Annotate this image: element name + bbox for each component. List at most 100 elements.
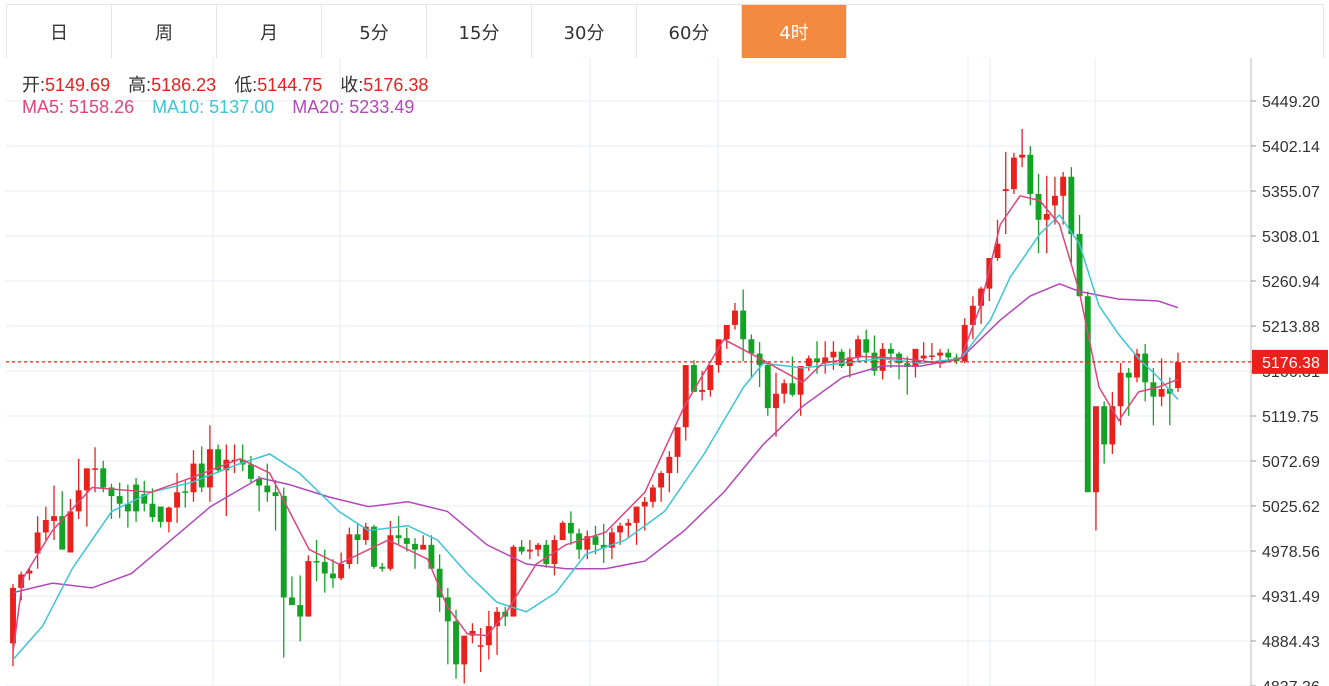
tab-month[interactable]: 月 [217, 5, 322, 58]
tab-4hour[interactable]: 4时 [742, 5, 847, 58]
candle-body [1068, 176, 1075, 235]
candle-body [625, 522, 632, 526]
ma20-value: 5233.49 [349, 97, 415, 117]
price-tick-label: 5402.14 [1262, 139, 1320, 156]
tab-week[interactable]: 周 [112, 5, 217, 58]
candle [461, 635, 468, 684]
price-tick-label: 5119.75 [1262, 409, 1319, 426]
candle [526, 540, 533, 560]
candle [264, 463, 271, 502]
candle [1027, 146, 1034, 206]
ma10-value: 5137.00 [209, 97, 275, 117]
candle [551, 535, 558, 576]
candle-body [559, 522, 566, 541]
candle-body [543, 544, 550, 564]
low-label: 低: [234, 75, 258, 95]
candle-body [182, 491, 189, 493]
candle-body [67, 511, 74, 553]
candle [1166, 377, 1173, 426]
candle-body [338, 563, 345, 579]
candle-body [1142, 353, 1149, 383]
candle-body [592, 536, 599, 545]
candle-body [1051, 195, 1058, 206]
candle-body [1117, 372, 1124, 407]
candle [444, 587, 451, 665]
candle-body [937, 352, 944, 356]
candle-body [1027, 154, 1034, 194]
candle-body [682, 365, 689, 428]
candle-body [773, 393, 779, 409]
candle [420, 535, 427, 550]
candle [34, 516, 41, 569]
candle [1101, 401, 1108, 464]
ma5-line [12, 194, 1179, 652]
candle [937, 348, 944, 368]
candle-body [912, 348, 919, 367]
candle [1010, 152, 1017, 194]
candle [674, 427, 681, 474]
candle [1093, 406, 1099, 531]
candle-body [1175, 362, 1181, 389]
candle-body [1158, 388, 1165, 397]
candle-body [1043, 214, 1050, 220]
candle [666, 451, 673, 493]
candle-body [707, 365, 714, 390]
candle [649, 484, 656, 508]
candle-body [379, 566, 386, 569]
candle-body [649, 487, 656, 502]
candle-body [461, 635, 468, 665]
candle-body [830, 351, 837, 358]
candle-body [748, 339, 755, 354]
candle-body [740, 310, 747, 340]
tab-60min[interactable]: 60分 [637, 5, 742, 58]
candle [379, 563, 386, 572]
ma-legend: MA5: 5158.26 MA10: 5137.00 MA20: 5233.49 [22, 97, 414, 118]
candle [26, 567, 33, 581]
price-tick-label: 5213.88 [1262, 319, 1320, 336]
candle [559, 520, 566, 541]
candle-body [395, 535, 402, 539]
candle [576, 528, 583, 560]
candle-body [174, 492, 181, 508]
open-label: 开: [22, 75, 46, 95]
tab-15min[interactable]: 15分 [427, 5, 532, 58]
price-tick-label: 5025.62 [1262, 499, 1320, 516]
tab-day[interactable]: 日 [7, 5, 112, 58]
price-tick-label: 4884.43 [1262, 634, 1320, 651]
candle-body [165, 507, 172, 522]
candle [543, 540, 550, 568]
candle [305, 555, 312, 617]
candle [535, 542, 542, 557]
candle-body [1019, 154, 1026, 158]
candle [1175, 352, 1181, 392]
candle-body [1002, 189, 1009, 192]
candle [198, 446, 205, 493]
price-tick-label: 4931.49 [1262, 589, 1320, 606]
candle-body [477, 645, 484, 647]
candle-body [116, 496, 123, 504]
candle-body [264, 485, 271, 493]
low-value: 5144.75 [257, 75, 323, 95]
candle [92, 447, 98, 493]
candle [1019, 128, 1026, 168]
price-tick-label: 5260.94 [1262, 274, 1320, 291]
candle [920, 342, 927, 361]
candle-body [83, 468, 90, 491]
candle-body [297, 605, 304, 617]
tab-30min[interactable]: 30分 [532, 5, 637, 58]
candle-body [1010, 157, 1017, 190]
current-price-line: 5176.38 [6, 349, 1328, 374]
candle-body [699, 389, 706, 392]
candlestick-series [10, 128, 1181, 684]
candlestick-chart[interactable]: 5449.20 5402.14 5355.07 5308.01 5260.94 5213.… [0, 58, 1329, 686]
candle-body [674, 427, 681, 457]
candle [395, 516, 402, 545]
tab-5min[interactable]: 5分 [322, 5, 427, 58]
candle [10, 584, 16, 667]
candle [157, 506, 164, 528]
candle-body [1093, 406, 1099, 493]
candle [313, 540, 320, 582]
chart-grid [6, 58, 1251, 686]
candle-body [157, 506, 164, 522]
candle-body [420, 544, 427, 550]
